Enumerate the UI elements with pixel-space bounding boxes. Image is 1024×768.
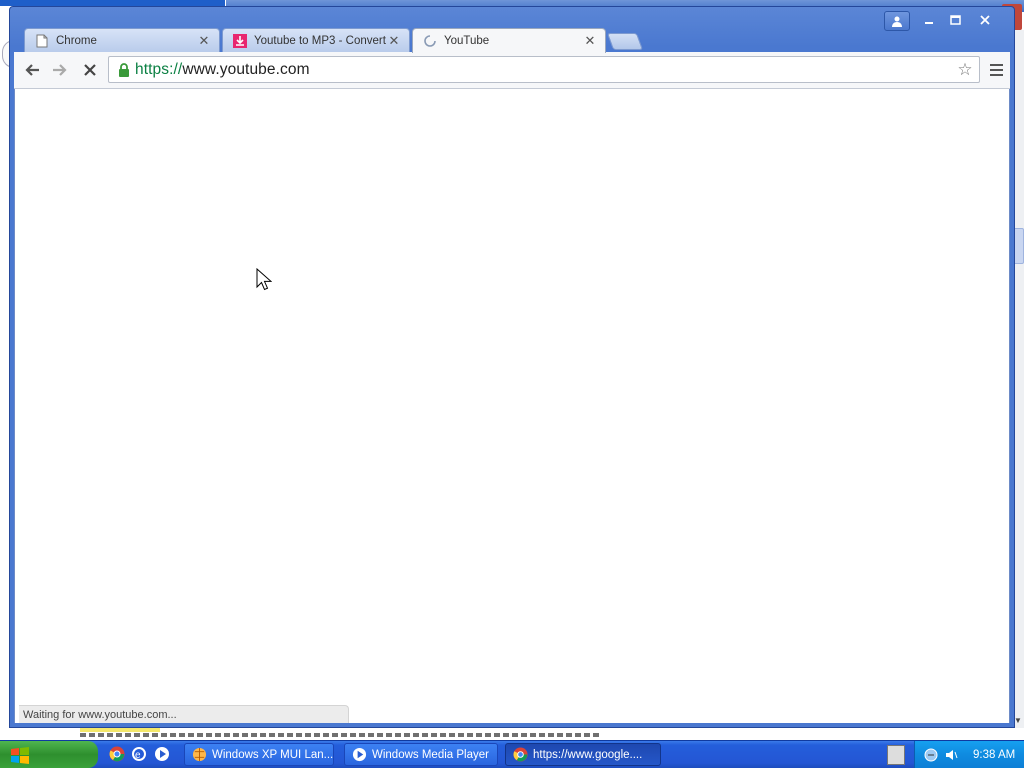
user-profile-icon[interactable] [884,11,910,31]
taskbar-item-label: Windows Media Player [372,748,489,761]
taskbar-item-windows-media-player[interactable]: Windows Media Player [344,743,498,766]
tab-youtube[interactable]: YouTube ✕ [412,28,606,53]
keyboard-icon[interactable] [887,745,905,765]
tab-chrome[interactable]: Chrome ✕ [24,28,220,52]
tab-strip: Chrome ✕ Youtube to MP3 - Convert Yo ✕ Y… [10,7,1014,53]
network-icon[interactable] [923,747,939,763]
tab-title: YouTube [444,35,490,47]
chrome-window: Chrome ✕ Youtube to MP3 - Convert Yo ✕ Y… [9,6,1015,728]
tab-title: Youtube to MP3 - Convert Yo [254,34,387,47]
chrome-icon [512,747,528,763]
minimize-button[interactable] [916,11,942,29]
mouse-cursor-icon [256,268,272,291]
svg-text:e: e [135,750,141,761]
url-host: www.youtube.com [182,60,310,78]
ie-icon[interactable]: e [130,745,148,763]
status-bubble: Waiting for www.youtube.com... [19,705,349,723]
windows-logo-icon [11,746,29,764]
new-tab-button[interactable] [606,33,644,50]
start-button[interactable] [0,741,98,768]
globe-icon [191,747,207,763]
page-content: Waiting for www.youtube.com... [14,89,1010,723]
close-tab-icon[interactable]: ✕ [583,33,597,49]
maximize-button[interactable] [942,11,968,29]
forward-arrow-icon[interactable] [48,58,72,82]
tab-youtube-to-mp3[interactable]: Youtube to MP3 - Convert Yo ✕ [222,28,410,52]
tab-title: Chrome [56,34,97,47]
taskbar-item-label: Windows XP MUI Lan... [212,748,334,761]
media-player-icon [351,747,367,763]
menu-icon[interactable] [986,59,1006,81]
media-player-icon[interactable] [153,745,171,763]
download-arrow-icon [233,33,247,48]
lock-icon[interactable] [113,60,135,80]
taskbar-item-windows-xp-mui[interactable]: Windows XP MUI Lan... [184,743,334,766]
close-window-button[interactable] [972,11,998,29]
taskbar: e Windows XP MUI Lan... Windows Media Pl… [0,740,1024,768]
system-tray: 9:38 AM [914,741,1024,768]
background-text [80,733,600,737]
url-scheme: https:// [135,60,183,78]
loading-spinner-icon [423,34,437,48]
stop-loading-icon[interactable] [78,58,102,82]
close-tab-icon[interactable]: ✕ [197,33,211,49]
taskbar-item-google-chrome[interactable]: https://www.google.... [505,743,661,766]
taskbar-item-label: https://www.google.... [533,748,643,761]
address-bar[interactable]: https://www.youtube.com ☆ [108,56,980,83]
close-tab-icon[interactable]: ✕ [387,33,401,49]
bookmark-star-icon[interactable]: ☆ [955,60,975,80]
page-icon [35,34,49,48]
browser-toolbar: https://www.youtube.com ☆ [14,52,1010,89]
volume-icon[interactable] [943,747,959,763]
back-arrow-icon[interactable] [20,58,44,82]
clock[interactable]: 9:38 AM [973,749,1015,761]
chrome-icon[interactable] [108,745,126,763]
url-text[interactable]: https://www.youtube.com [135,61,310,79]
